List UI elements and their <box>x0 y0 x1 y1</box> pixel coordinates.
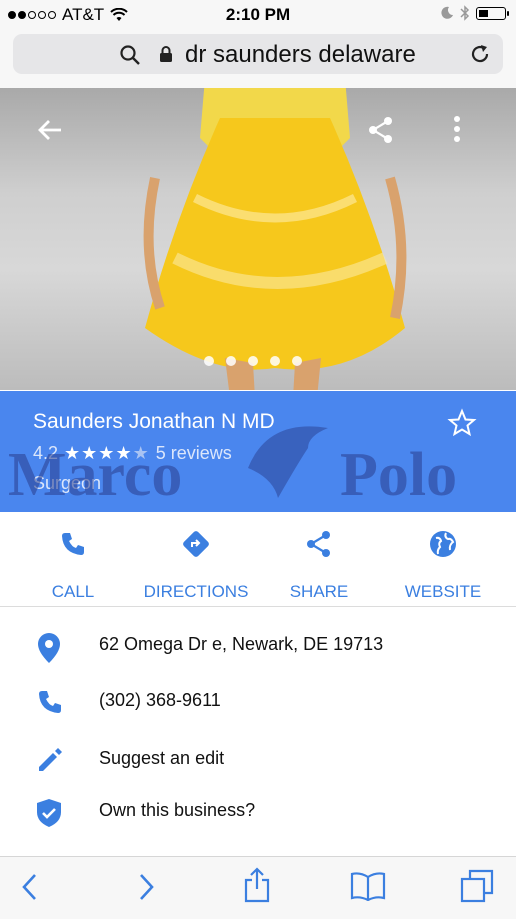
business-header: Saunders Jonathan N MD 4.2 ★★★★★ 5 revie… <box>0 391 516 512</box>
globe-icon <box>430 531 456 557</box>
rating-row[interactable]: 4.2 ★★★★★ 5 reviews <box>33 443 232 464</box>
address-bar[interactable]: dr saunders delaware <box>13 34 503 74</box>
rating-value: 4.2 <box>33 443 59 463</box>
phone-text: (302) 368-9611 <box>99 690 221 710</box>
tabs-icon[interactable] <box>460 869 494 903</box>
business-category: Surgeon <box>33 473 102 493</box>
reviews-link[interactable]: 5 reviews <box>156 443 232 464</box>
suggest-edit-row[interactable]: Suggest an edit <box>0 732 516 788</box>
address-row[interactable]: 62 Omega Dr e, Newark, DE 19713 <box>0 618 516 674</box>
call-button[interactable]: CALL <box>8 526 138 602</box>
battery-icon <box>476 6 509 20</box>
more-options-icon[interactable] <box>452 114 462 144</box>
phone-row[interactable]: (302) 368-9611 <box>0 674 516 730</box>
back-arrow-icon[interactable] <box>36 116 64 144</box>
own-business-row[interactable]: Own this business? <box>0 784 516 840</box>
pencil-icon <box>39 748 62 771</box>
directions-icon <box>183 531 209 557</box>
status-bar: AT&T 2:10 PM <box>0 0 516 30</box>
share-icon[interactable] <box>367 116 395 144</box>
address-text: 62 Omega Dr e, Newark, DE 19713 <box>99 634 384 654</box>
share-sheet-icon[interactable] <box>243 867 271 903</box>
photo-pager[interactable] <box>204 356 302 366</box>
bluetooth-icon <box>460 5 470 21</box>
phone-icon <box>62 533 84 555</box>
share-button[interactable]: SHARE <box>254 526 384 602</box>
forward-icon[interactable] <box>136 871 156 903</box>
clock: 2:10 PM <box>225 5 291 24</box>
save-star-icon[interactable] <box>447 408 477 438</box>
business-photo[interactable] <box>0 88 516 390</box>
location-pin-icon <box>38 633 60 663</box>
own-business-text: Own this business? <box>99 800 256 820</box>
status-right <box>440 5 509 21</box>
star-rating-icon: ★★★★★ <box>64 443 150 463</box>
bookmarks-icon[interactable] <box>350 871 386 901</box>
verified-shield-icon <box>37 799 61 827</box>
pager-dot[interactable] <box>248 356 258 366</box>
search-icon <box>120 45 140 65</box>
back-icon[interactable] <box>20 871 40 903</box>
pager-dot[interactable] <box>204 356 214 366</box>
browser-bottom-bar <box>0 856 516 919</box>
action-row: CALL DIRECTIONS SHARE WEBSITE <box>0 512 516 607</box>
pager-dot[interactable] <box>226 356 236 366</box>
phone-icon <box>39 691 61 713</box>
suggest-edit-text: Suggest an edit <box>99 748 225 768</box>
business-name: Saunders Jonathan N MD <box>33 410 275 433</box>
website-button[interactable]: WEBSITE <box>378 526 508 602</box>
share-icon <box>307 531 330 557</box>
url-text: dr saunders delaware <box>185 41 416 68</box>
pager-dot[interactable] <box>292 356 302 366</box>
lock-icon <box>160 46 172 62</box>
directions-button[interactable]: DIRECTIONS <box>131 526 261 602</box>
moon-icon <box>441 6 453 19</box>
pager-dot[interactable] <box>270 356 280 366</box>
reload-icon[interactable] <box>469 43 491 65</box>
browser-toolbar: dr saunders delaware <box>0 30 516 88</box>
